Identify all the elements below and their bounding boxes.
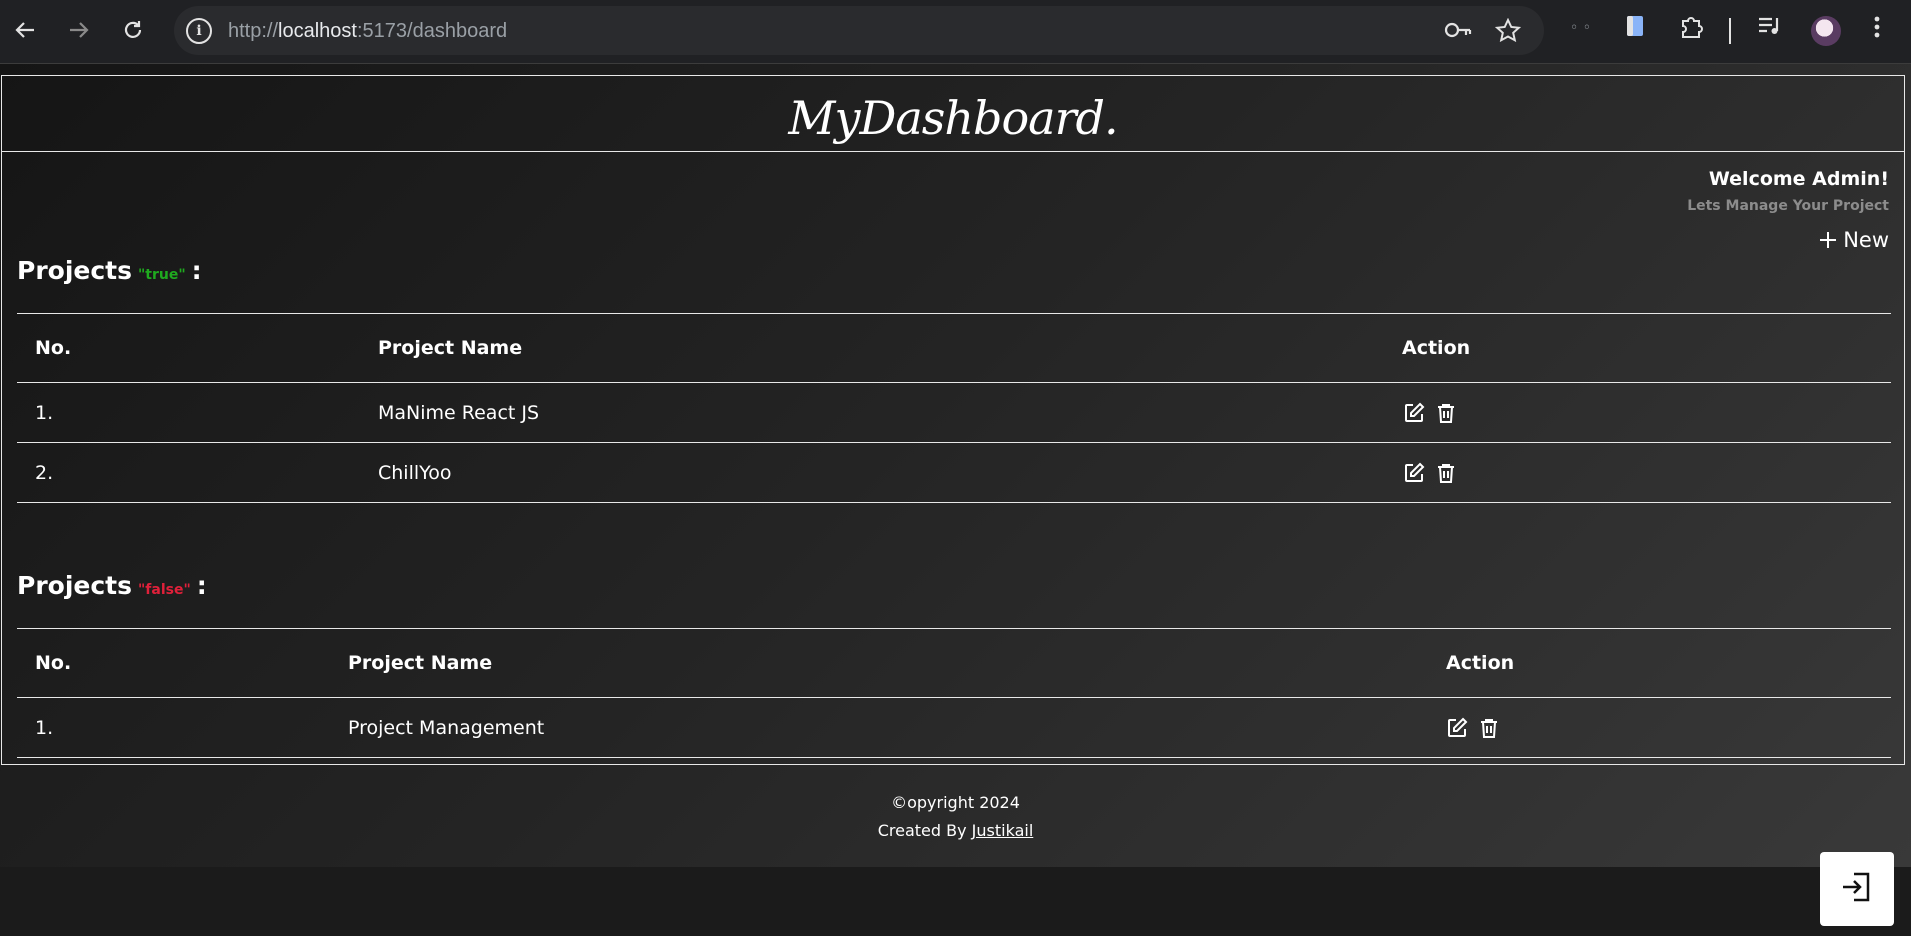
dashboard-header: MyDashboard. xyxy=(2,76,1904,152)
section-colon: : xyxy=(191,256,202,285)
credits: Created By Justikail xyxy=(0,821,1911,840)
project-name: Project Management xyxy=(348,716,545,739)
dashboard-panel: MyDashboard. Welcome Admin! Lets Manage … xyxy=(1,75,1905,765)
url-path: :5173/dashboard xyxy=(356,20,508,42)
profile-avatar[interactable] xyxy=(1811,16,1841,46)
logout-icon xyxy=(1840,870,1874,908)
copyright-text: ©opyright 2024 xyxy=(891,793,1020,812)
address-bar[interactable]: i http://localhost:5173/dashboard xyxy=(174,6,1544,55)
row-number: 2. xyxy=(35,461,54,484)
section-title-true: Projects "true" : xyxy=(17,256,202,285)
edit-icon[interactable] xyxy=(1403,462,1425,484)
welcome-block: Welcome Admin! Lets Manage Your Project xyxy=(1687,168,1889,214)
section-title-text: Projects xyxy=(17,571,133,600)
back-icon[interactable] xyxy=(10,14,40,46)
bookmark-extension-icon[interactable] xyxy=(1624,14,1646,44)
table-row: 1. MaNime React JS xyxy=(17,383,1891,443)
url-text[interactable]: http://localhost:5173/dashboard xyxy=(228,20,507,43)
section-title-false: Projects "false" : xyxy=(17,571,207,600)
row-actions xyxy=(1403,402,1457,424)
table-header-row: No. Project Name Action xyxy=(17,629,1891,698)
trash-icon[interactable] xyxy=(1435,402,1457,424)
edit-icon[interactable] xyxy=(1446,717,1468,739)
created-by-label: Created By xyxy=(877,821,967,840)
row-actions xyxy=(1403,462,1457,484)
column-header-action: Action xyxy=(1402,337,1471,359)
table-header-row: No. Project Name Action xyxy=(17,314,1891,383)
column-header-no: No. xyxy=(35,337,72,359)
forward-icon[interactable] xyxy=(64,14,94,46)
edit-icon[interactable] xyxy=(1403,402,1425,424)
dashboard-page: MyDashboard. Welcome Admin! Lets Manage … xyxy=(0,64,1911,936)
table-row: 2. ChillYoo xyxy=(17,443,1891,503)
row-actions xyxy=(1446,717,1500,739)
new-project-button[interactable]: New xyxy=(1819,226,1889,254)
key-icon[interactable] xyxy=(1444,18,1472,48)
url-scheme: http:// xyxy=(228,20,279,42)
trash-icon[interactable] xyxy=(1478,717,1500,739)
status-badge-true: "true" xyxy=(138,267,186,283)
table-row: 1. Project Management xyxy=(17,698,1891,758)
menu-icon[interactable] xyxy=(1872,14,1882,46)
bottom-strip xyxy=(0,867,1911,936)
site-info-icon[interactable]: i xyxy=(186,18,212,44)
column-header-no: No. xyxy=(35,652,72,674)
eyes-extension-icon[interactable]: ◦ ◦ xyxy=(1570,20,1591,36)
trash-icon[interactable] xyxy=(1435,462,1457,484)
project-name: MaNime React JS xyxy=(378,401,540,424)
section-title-text: Projects xyxy=(17,256,133,285)
column-header-action: Action xyxy=(1446,652,1515,674)
column-header-project-name: Project Name xyxy=(348,652,493,674)
star-icon[interactable] xyxy=(1494,17,1522,48)
project-name: ChillYoo xyxy=(378,461,452,484)
welcome-title: Welcome Admin! xyxy=(1708,168,1889,190)
row-number: 1. xyxy=(35,401,54,424)
projects-table-true: No. Project Name Action 1. MaNime React … xyxy=(17,313,1891,503)
browser-toolbar: i http://localhost:5173/dashboard ◦ ◦ xyxy=(0,0,1911,64)
row-number: 1. xyxy=(35,716,54,739)
footer: ©opyright 2024 Created By Justikail xyxy=(0,776,1911,863)
media-icon[interactable] xyxy=(1757,14,1783,44)
column-header-project-name: Project Name xyxy=(378,337,523,359)
logout-button[interactable] xyxy=(1820,852,1894,926)
extensions-icon[interactable] xyxy=(1678,14,1704,46)
welcome-subtitle: Lets Manage Your Project xyxy=(1687,198,1889,214)
reload-icon[interactable] xyxy=(118,14,148,46)
toolbar-divider xyxy=(1729,18,1731,44)
section-colon: : xyxy=(196,571,207,600)
status-badge-false: "false" xyxy=(138,582,191,598)
author-link[interactable]: Justikail xyxy=(972,821,1034,840)
plus-icon xyxy=(1819,226,1837,254)
projects-table-false: No. Project Name Action 1. Project Manag… xyxy=(17,628,1891,758)
new-button-label: New xyxy=(1843,228,1889,252)
logo: MyDashboard. xyxy=(788,90,1118,145)
url-host: localhost xyxy=(278,20,357,42)
